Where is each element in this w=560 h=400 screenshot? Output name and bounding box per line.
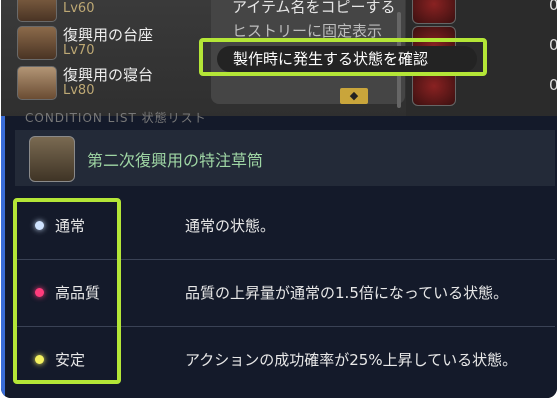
panel-accent [1,116,5,398]
item-thumbnail [17,26,57,60]
item-thumbnail [17,0,57,22]
condition-description: 品質の上昇量が通常の1.5倍になっている状態。 [185,284,509,302]
item-thumbnail [17,66,57,100]
material-count: 0 [549,76,557,94]
highlight-frame-menu [199,38,487,76]
craft-list-item[interactable]: Lv60 [17,0,207,22]
highlight-frame-conditions [13,198,121,384]
material-count: 0 [549,0,557,14]
panel-title: CONDITION LIST 状態リスト [25,111,207,125]
target-item-name: 第二次復興用の特注草筒 [87,151,264,170]
condition-description: アクションの成功確率が25%上昇している状態。 [185,351,518,369]
hq-badge-icon: ◆ [340,88,368,104]
item-name: 復興用の寝台 [63,66,154,84]
item-level: Lv70 [63,43,95,58]
game-window: Lv60 復興用の台座 Lv70 復興用の寝台 Lv80 0 0 0 アイテム名… [1,0,557,398]
target-item-bar: 第二次復興用の特注草筒 [15,130,555,186]
condition-description: 通常の状態。 [185,217,276,235]
item-level: Lv60 [63,1,95,16]
item-thumbnail [29,136,75,182]
craft-list-item[interactable]: 復興用の寝台 Lv80 [17,64,207,100]
material-slot[interactable] [412,0,456,24]
craft-list-item[interactable]: 復興用の台座 Lv70 [17,24,207,60]
menu-item-copy-name[interactable]: アイテム名をコピーする [232,0,396,17]
item-level: Lv80 [63,83,95,98]
item-name: 復興用の台座 [63,26,154,44]
material-count: 0 [549,36,557,54]
